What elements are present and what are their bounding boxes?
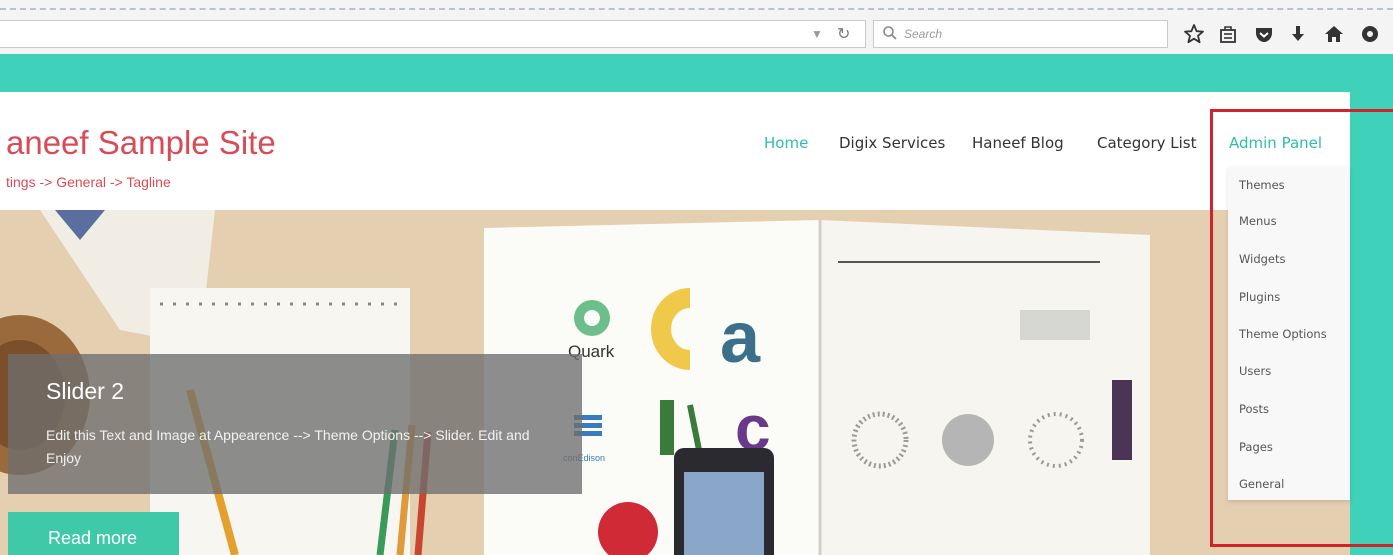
browser-toolbar: ▼ ↻ Search xyxy=(0,0,1393,54)
browser-search-input[interactable]: Search xyxy=(873,20,1168,48)
home-icon[interactable] xyxy=(1322,22,1346,46)
admin-menu-item-posts[interactable]: Posts xyxy=(1239,402,1269,416)
nav-item-category-list[interactable]: Category List xyxy=(1097,134,1197,152)
nav-item-digix-services[interactable]: Digix Services xyxy=(839,134,945,152)
admin-panel-dropdown: Themes Menus Widgets Plugins Theme Optio… xyxy=(1228,166,1350,500)
site-tagline: tings -> General -> Tagline xyxy=(6,174,171,190)
admin-menu-item-widgets[interactable]: Widgets xyxy=(1239,252,1286,266)
hero-slider: Quark a conEdison c Slider 2 Edit this T… xyxy=(0,210,1350,555)
pocket-icon[interactable] xyxy=(1252,22,1276,46)
admin-menu-item-menus[interactable]: Menus xyxy=(1239,214,1277,228)
toolbar-icons xyxy=(1182,20,1393,48)
slider-caption: Slider 2 Edit this Text and Image at App… xyxy=(8,354,582,494)
extension-icon[interactable] xyxy=(1358,22,1382,46)
download-icon[interactable] xyxy=(1286,22,1310,46)
search-icon xyxy=(883,26,897,40)
read-more-button[interactable]: Read more xyxy=(8,512,179,555)
url-bar[interactable]: ▼ ↻ xyxy=(0,20,866,48)
admin-menu-item-theme-options[interactable]: Theme Options xyxy=(1239,327,1327,341)
url-history-dropdown-icon[interactable]: ▼ xyxy=(811,27,823,41)
bookmark-star-icon[interactable] xyxy=(1182,22,1206,46)
admin-menu-item-themes[interactable]: Themes xyxy=(1239,178,1285,192)
site-title[interactable]: aneef Sample Site xyxy=(6,124,276,162)
svg-text:a: a xyxy=(720,298,761,378)
nav-item-haneef-blog[interactable]: Haneef Blog xyxy=(972,134,1064,152)
reading-list-icon[interactable] xyxy=(1216,22,1240,46)
nav-item-admin-panel[interactable]: Admin Panel xyxy=(1229,134,1322,152)
slider-title: Slider 2 xyxy=(46,378,124,404)
reload-icon[interactable]: ↻ xyxy=(837,24,850,44)
slider-text: Edit this Text and Image at Appearence -… xyxy=(46,427,530,466)
site-side-band xyxy=(1350,92,1393,555)
admin-menu-item-users[interactable]: Users xyxy=(1239,364,1271,378)
nav-item-home[interactable]: Home xyxy=(764,134,808,152)
site-header: aneef Sample Site tings -> General -> Ta… xyxy=(0,92,1350,210)
search-placeholder: Search xyxy=(904,27,943,41)
admin-menu-item-pages[interactable]: Pages xyxy=(1239,440,1273,454)
tab-strip-edge xyxy=(0,8,1393,10)
site-top-band xyxy=(0,54,1393,92)
admin-menu-item-plugins[interactable]: Plugins xyxy=(1239,290,1280,304)
admin-menu-item-general[interactable]: General xyxy=(1239,477,1284,491)
